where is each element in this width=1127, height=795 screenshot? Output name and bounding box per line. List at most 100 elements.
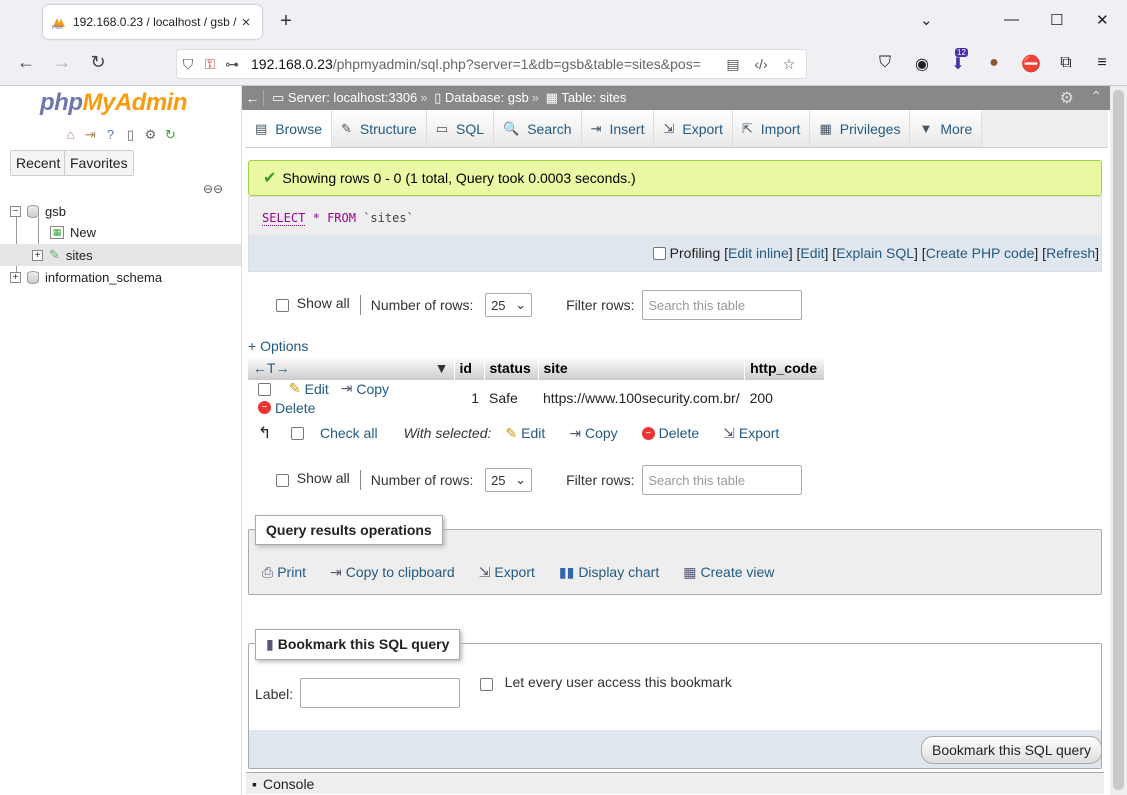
- help-icon[interactable]: ?: [102, 126, 119, 143]
- pocket-icon[interactable]: ⛉: [874, 54, 896, 72]
- rows-select[interactable]: 25 ⌄: [485, 293, 533, 317]
- row-copy-button[interactable]: ⇥ Copy: [341, 380, 389, 397]
- back-icon[interactable]: ←: [14, 52, 38, 73]
- settings-gear-icon[interactable]: ⚙: [1060, 88, 1074, 108]
- explain-sql-link[interactable]: Explain SQL: [836, 245, 914, 261]
- account-icon[interactable]: ◉: [911, 54, 933, 74]
- breadcrumb-server[interactable]: Server: localhost:3306: [288, 90, 417, 105]
- column-header-site[interactable]: site: [538, 356, 746, 380]
- show-all-checkbox[interactable]: [276, 298, 289, 312]
- column-menu-icon[interactable]: ▼: [435, 360, 449, 376]
- shield-icon[interactable]: ⛉: [177, 56, 199, 73]
- reload-navigation-icon[interactable]: ↻: [162, 126, 179, 143]
- tab-more[interactable]: ▼ More: [910, 110, 983, 147]
- column-arrows[interactable]: ←T→ ▼: [248, 356, 455, 380]
- display-chart-link[interactable]: ▮▮ Display chart: [559, 564, 659, 581]
- scrollbar-thumb[interactable]: [1113, 90, 1124, 790]
- bulk-delete-button[interactable]: − Delete: [641, 425, 699, 441]
- scrollbar[interactable]: [1110, 86, 1127, 795]
- bulk-copy-button[interactable]: ⇥ Copy: [569, 425, 617, 442]
- collapse-icon[interactable]: −: [10, 206, 21, 217]
- tab-insert[interactable]: ⇥ Insert: [581, 110, 655, 147]
- new-tab-button[interactable]: +: [276, 10, 296, 33]
- home-icon[interactable]: ⌂: [62, 126, 79, 143]
- collapse-top-icon[interactable]: ⌃: [1090, 88, 1102, 105]
- permissions-icon[interactable]: ⊶: [221, 56, 243, 73]
- check-all-label[interactable]: Check all: [320, 425, 378, 441]
- column-header-http-code[interactable]: http_code: [744, 356, 826, 380]
- tab-browse[interactable]: ▤ Browse: [246, 110, 332, 147]
- check-all-checkbox[interactable]: [291, 426, 305, 440]
- maximize-icon[interactable]: ☐: [1050, 11, 1063, 29]
- reader-view-icon[interactable]: ▤: [722, 56, 744, 73]
- sql-keyword-select[interactable]: SELECT: [262, 211, 306, 226]
- breadcrumb-table[interactable]: Table: sites: [561, 90, 626, 105]
- create-view-link[interactable]: ▦ Create view: [683, 564, 774, 581]
- tree-table-sites[interactable]: + ✎ sites: [0, 244, 241, 266]
- expand-icon[interactable]: +: [32, 249, 43, 261]
- row-edit-button[interactable]: ✎ Edit: [289, 380, 329, 397]
- collapse-sidebar-icon[interactable]: ←: [242, 90, 264, 106]
- tab-import[interactable]: ⇱ Import: [732, 110, 811, 147]
- docs-icon[interactable]: ▯: [122, 126, 139, 143]
- refresh-link[interactable]: Refresh: [1046, 245, 1095, 261]
- tab-search[interactable]: 🔍 Search: [494, 110, 582, 147]
- export-link[interactable]: ⇲ Export: [479, 564, 535, 581]
- url-bar[interactable]: ⛉ ⚿ ⊶ 192.168.0.23/phpmyadmin/sql.php?se…: [176, 49, 807, 79]
- cell-http-code[interactable]: 200: [745, 380, 825, 416]
- cookie-icon[interactable]: ●: [983, 54, 1005, 72]
- print-link[interactable]: ⎙ Print: [262, 564, 306, 581]
- settings-icon[interactable]: ⚙: [142, 126, 159, 143]
- tab-list-chevron-icon[interactable]: ⌄: [920, 11, 933, 29]
- recent-button[interactable]: Recent: [10, 150, 67, 176]
- bookmark-label-input[interactable]: [300, 678, 460, 708]
- edit-link[interactable]: Edit: [800, 245, 824, 261]
- row-delete-button[interactable]: − Delete: [258, 400, 315, 416]
- filter-rows-input[interactable]: Search this table: [642, 290, 803, 320]
- menu-icon[interactable]: ≡: [1091, 54, 1113, 72]
- insecure-lock-icon[interactable]: ⚿: [199, 56, 221, 73]
- filter-rows-input[interactable]: Search this table: [642, 465, 803, 495]
- edit-inline-link[interactable]: Edit inline: [728, 245, 789, 261]
- close-window-icon[interactable]: ✕: [1096, 11, 1109, 29]
- phpmyadmin-logo[interactable]: phpMyAdmin: [40, 89, 187, 117]
- tab-export[interactable]: ⇲ Export: [654, 110, 733, 147]
- extensions-icon[interactable]: ⧉: [1055, 54, 1077, 72]
- profiling-checkbox[interactable]: [652, 246, 666, 260]
- block-extension-icon[interactable]: ⛔: [1020, 54, 1042, 74]
- tree-db-information-schema[interactable]: + information_schema: [10, 270, 162, 285]
- cell-status[interactable]: Safe: [484, 380, 538, 416]
- tab-sql[interactable]: ▭ SQL: [426, 110, 495, 147]
- cell-id[interactable]: 1: [454, 380, 484, 416]
- cell-site[interactable]: https://www.100security.com.br/: [538, 380, 745, 416]
- tree-db-gsb[interactable]: − gsb: [10, 204, 66, 219]
- copy-to-clipboard-link[interactable]: ⇥ Copy to clipboard: [330, 564, 455, 581]
- bulk-export-button[interactable]: ⇲ Export: [723, 425, 779, 442]
- expand-icon[interactable]: +: [10, 272, 21, 283]
- source-icon[interactable]: ‹/›: [750, 56, 772, 72]
- create-php-link[interactable]: Create PHP code: [926, 245, 1035, 261]
- minimize-icon[interactable]: —: [1004, 11, 1019, 28]
- bookmark-star-icon[interactable]: ☆: [778, 56, 800, 73]
- logout-icon[interactable]: ⇥: [82, 126, 99, 143]
- bookmark-query-button[interactable]: Bookmark this SQL query: [921, 736, 1102, 764]
- every-user-checkbox[interactable]: [480, 677, 493, 691]
- breadcrumb-database[interactable]: Database: gsb: [445, 90, 529, 105]
- favorites-button[interactable]: Favorites: [64, 150, 134, 176]
- show-all-checkbox[interactable]: [276, 473, 289, 487]
- options-link[interactable]: + Options: [248, 338, 308, 354]
- link-with-main-icon[interactable]: ⊖⊖: [203, 182, 223, 196]
- reload-icon[interactable]: ↻: [86, 52, 110, 73]
- tree-new[interactable]: ▦ New: [50, 225, 96, 240]
- tab-structure[interactable]: ✎ Structure: [331, 110, 427, 147]
- tab-close-icon[interactable]: ×: [238, 14, 254, 31]
- row-checkbox[interactable]: [258, 383, 271, 397]
- extension-download-icon[interactable]: ⬇ 12: [947, 48, 969, 74]
- column-header-status[interactable]: status: [484, 356, 539, 380]
- column-header-id[interactable]: id: [454, 356, 485, 380]
- browser-tab[interactable]: PMA 192.168.0.23 / localhost / gsb / s ×: [43, 5, 262, 39]
- bulk-edit-button[interactable]: ✎ Edit: [505, 425, 545, 442]
- rows-select[interactable]: 25 ⌄: [485, 468, 533, 492]
- console-bar[interactable]: ▪ Console: [246, 772, 1104, 794]
- tab-privileges[interactable]: ▦ Privileges: [810, 110, 911, 147]
